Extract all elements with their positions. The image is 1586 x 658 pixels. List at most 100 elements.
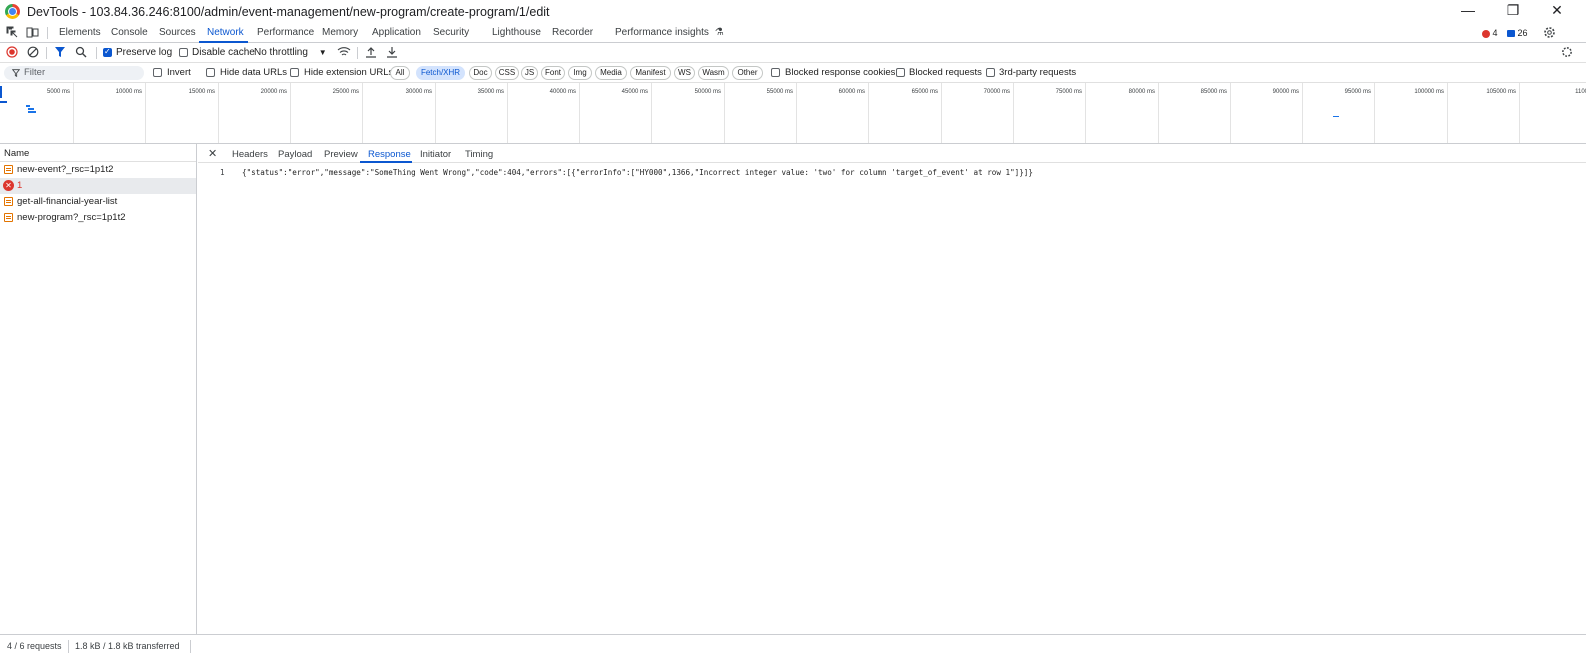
tab-timing[interactable]: Timing: [465, 149, 493, 160]
network-overview-timeline[interactable]: 5000 ms 10000 ms 15000 ms 20000 ms 25000 ms 3…: [0, 83, 1586, 144]
filter-input[interactable]: Filter: [4, 66, 144, 80]
request-row[interactable]: get-all-financial-year-list: [0, 194, 196, 210]
settings-gear-icon[interactable]: [1543, 26, 1556, 39]
search-icon[interactable]: [75, 46, 87, 58]
timeline-tick-label: 40000 ms: [549, 89, 576, 95]
type-filter-doc[interactable]: Doc: [469, 66, 492, 80]
network-conditions-wifi-icon[interactable]: [337, 46, 351, 58]
throttling-select[interactable]: No throttling ▼: [254, 47, 327, 58]
hide-data-urls-checkbox[interactable]: [206, 68, 215, 77]
request-name: get-all-financial-year-list: [17, 196, 118, 207]
restore-button[interactable]: ❐: [1503, 2, 1523, 19]
type-filter-manifest[interactable]: Manifest: [630, 66, 671, 80]
type-filter-other[interactable]: Other: [732, 66, 763, 80]
blocked-requests-checkbox[interactable]: [896, 68, 905, 77]
request-name: new-event?_rsc=1p1t2: [17, 164, 114, 175]
timeline-tick-label: 90000 ms: [1272, 89, 1299, 95]
close-detail-icon[interactable]: ✕: [208, 147, 217, 160]
timeline-gridline: [651, 83, 652, 143]
timeline-tick-label: 45000 ms: [621, 89, 648, 95]
tab-memory[interactable]: Memory: [322, 27, 358, 38]
type-filter-css[interactable]: CSS: [495, 66, 519, 80]
tab-sources[interactable]: Sources: [159, 27, 196, 38]
timeline-tick-label: 15000 ms: [188, 89, 215, 95]
network-settings-gear-icon[interactable]: [1561, 46, 1573, 58]
inspect-element-icon[interactable]: [6, 26, 19, 39]
timeline-tick-label: 55000 ms: [766, 89, 793, 95]
response-body[interactable]: {"status":"error","message":"SomeThing W…: [242, 168, 1033, 177]
third-party-requests-checkbox[interactable]: [986, 68, 995, 77]
invert-checkbox[interactable]: [153, 68, 162, 77]
tab-network[interactable]: Network: [207, 27, 244, 38]
request-row[interactable]: new-event?_rsc=1p1t2: [0, 162, 196, 178]
tab-response[interactable]: Response: [368, 149, 411, 160]
timeline-gridline: [73, 83, 74, 143]
filter-funnel-small-icon: [12, 69, 20, 77]
clear-icon[interactable]: [27, 46, 39, 58]
request-row[interactable]: new-program?_rsc=1p1t2: [0, 210, 196, 226]
tab-lighthouse[interactable]: Lighthouse: [492, 27, 541, 38]
message-count-badge[interactable]: 26: [1507, 28, 1528, 38]
device-toolbar-icon[interactable]: [26, 26, 39, 39]
timeline-gridline: [218, 83, 219, 143]
minimize-button[interactable]: —: [1458, 2, 1478, 18]
line-number: 1: [220, 168, 225, 177]
timeline-tick-label: 105000 ms: [1486, 89, 1516, 95]
timeline-tick-label: 1100: [1575, 89, 1586, 95]
export-har-download-icon[interactable]: [386, 46, 398, 58]
timeline-gridline: [1302, 83, 1303, 143]
disable-cache-checkbox[interactable]: [179, 48, 188, 57]
type-filter-ws[interactable]: WS: [674, 66, 695, 80]
transferred-status: 1.8 kB / 1.8 kB transferred: [75, 641, 180, 651]
tab-initiator[interactable]: Initiator: [420, 149, 451, 160]
hide-extension-urls-label: Hide extension URLs: [304, 67, 394, 78]
type-filter-wasm[interactable]: Wasm: [698, 66, 729, 80]
type-filter-font[interactable]: Font: [541, 66, 565, 80]
tab-recorder[interactable]: Recorder: [552, 27, 593, 38]
tab-security[interactable]: Security: [433, 27, 469, 38]
tab-console[interactable]: Console: [111, 27, 148, 38]
tab-performance[interactable]: Performance: [257, 27, 314, 38]
error-count-badge[interactable]: 4: [1482, 28, 1498, 38]
timeline-gridline: [1447, 83, 1448, 143]
tab-elements[interactable]: Elements: [59, 27, 101, 38]
preserve-log-checkbox[interactable]: [103, 47, 112, 57]
tab-performance-insights[interactable]: Performance insights ⚗: [615, 27, 724, 38]
timeline-gridline: [145, 83, 146, 143]
blocked-response-cookies-label: Blocked response cookies: [785, 67, 896, 78]
network-status-bar: 4 / 6 requests 1.8 kB / 1.8 kB transferr…: [0, 634, 1586, 658]
timeline-tick-label: 60000 ms: [838, 89, 865, 95]
timeline-gridline: [362, 83, 363, 143]
type-filter-img[interactable]: Img: [568, 66, 592, 80]
filter-funnel-icon[interactable]: [54, 46, 66, 58]
request-row-selected[interactable]: ✕ 1: [0, 178, 196, 194]
request-name: 1: [17, 180, 23, 191]
type-filter-js[interactable]: JS: [521, 66, 538, 80]
timeline-tick-label: 70000 ms: [983, 89, 1010, 95]
request-name: new-program?_rsc=1p1t2: [17, 212, 126, 223]
active-detail-tab-indicator: [360, 161, 412, 163]
detail-tabbar: ✕ Headers Payload Preview Response Initi…: [198, 144, 1586, 163]
blocked-response-cookies-checkbox[interactable]: [771, 68, 780, 77]
import-har-upload-icon[interactable]: [365, 46, 377, 58]
error-badge-icon: [1482, 29, 1490, 38]
record-stop-icon[interactable]: [6, 46, 18, 58]
timeline-gridline: [290, 83, 291, 143]
timeline-tick-label: 75000 ms: [1055, 89, 1082, 95]
timeline-gridline: [796, 83, 797, 143]
type-filter-fetch-xhr[interactable]: Fetch/XHR: [416, 66, 465, 80]
tab-application[interactable]: Application: [372, 27, 421, 38]
window-title: DevTools - 103.84.36.246:8100/admin/even…: [27, 4, 550, 19]
column-header-name[interactable]: Name: [0, 144, 196, 162]
tab-payload[interactable]: Payload: [278, 149, 312, 160]
timeline-tick-label: 85000 ms: [1200, 89, 1227, 95]
timeline-request-bar: [1333, 116, 1339, 117]
tab-preview[interactable]: Preview: [324, 149, 358, 160]
tab-headers[interactable]: Headers: [232, 149, 268, 160]
hide-extension-urls-checkbox[interactable]: [290, 68, 299, 77]
window-titlebar: DevTools - 103.84.36.246:8100/admin/even…: [0, 0, 1586, 23]
type-filter-media[interactable]: Media: [595, 66, 627, 80]
chrome-logo-icon: [5, 4, 20, 19]
type-filter-all[interactable]: All: [390, 66, 410, 80]
close-window-button[interactable]: ✕: [1547, 2, 1567, 19]
